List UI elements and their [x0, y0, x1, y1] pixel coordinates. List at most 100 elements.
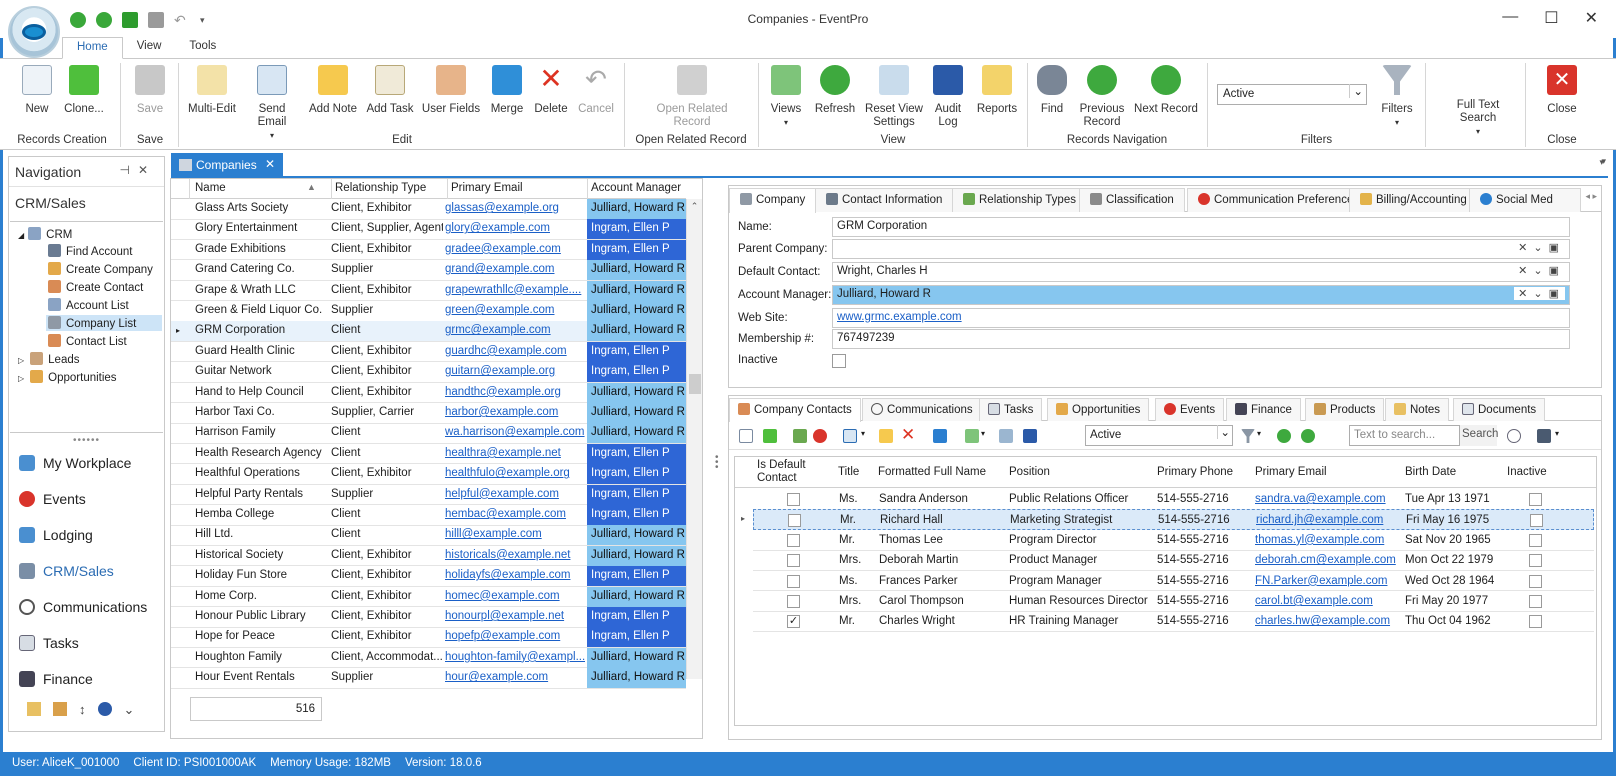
email-cell[interactable]: glory@example.com [445, 222, 585, 237]
tab-communication-preferences[interactable]: Communication Preferences [1187, 188, 1371, 212]
default-contact-checkbox[interactable]: ✓ [787, 615, 800, 629]
table-row[interactable]: Honour Public Library Client, Exhibitor ho… [171, 607, 686, 628]
default-contact-field[interactable]: Wright, Charles H ✕⌄▣ [832, 262, 1570, 282]
chevron-down-icon[interactable]: ▾ [861, 429, 865, 438]
website-field[interactable]: www.grmc.example.com [832, 308, 1570, 328]
table-row[interactable]: Holiday Fun Store Client, Exhibitor holida… [171, 566, 686, 587]
email-cell[interactable]: guardhc@example.com [445, 345, 585, 360]
status-filter-select[interactable]: Active [1217, 84, 1367, 105]
nav-finance[interactable]: Finance [19, 671, 93, 687]
table-row[interactable]: ✓ Mr. Charles Wright HR Training Manager 514… [753, 611, 1594, 633]
tab-tools[interactable]: Tools [175, 37, 230, 59]
email-cell[interactable]: sandra.va@example.com [1255, 493, 1386, 505]
tab-view[interactable]: View [123, 37, 176, 59]
tab-list-icon[interactable]: ▾ [1599, 157, 1604, 168]
new-icon[interactable] [739, 429, 753, 443]
default-contact-checkbox[interactable] [787, 574, 800, 588]
tab-billing-accounting[interactable]: Billing/Accounting [1349, 188, 1478, 212]
save-up-icon[interactable] [70, 12, 86, 28]
clone-icon[interactable] [763, 429, 777, 443]
audit-icon[interactable] [1023, 429, 1037, 443]
refresh-button[interactable]: Refresh [813, 65, 857, 116]
close-window-icon[interactable]: ✕ [1585, 8, 1598, 28]
sort-arrows-icon[interactable]: ↕ [79, 702, 86, 718]
table-row[interactable]: Health Research Agency Client healthra@exa… [171, 443, 686, 465]
inactive-checkbox[interactable] [832, 354, 846, 368]
table-row[interactable]: ▸ GRM Corporation Client grmc@example.com Ju… [171, 321, 686, 342]
table-row[interactable]: Hand to Help Council Client, Exhibitor han… [171, 382, 686, 404]
email-cell[interactable]: historicals@example.net [445, 549, 585, 564]
name-field[interactable]: GRM Corporation [832, 217, 1570, 237]
grid-view-icon[interactable] [933, 429, 947, 443]
clone-button[interactable]: Clone... [62, 65, 106, 116]
globe-icon[interactable] [97, 702, 112, 716]
column-inactive[interactable]: Inactive [1507, 466, 1547, 479]
email-cell[interactable]: hopefp@example.com [445, 630, 585, 645]
tab-scroll-arrows[interactable]: ◂ ▸ [1585, 191, 1597, 202]
chevron-down-icon[interactable]: ▾ [1555, 429, 1559, 438]
column-position[interactable]: Position [1009, 466, 1050, 479]
tree-node-find-account[interactable]: Find Account [48, 244, 132, 258]
remove-icon[interactable] [813, 429, 827, 443]
refresh-icon[interactable] [122, 12, 138, 28]
email-cell[interactable]: glassas@example.org [445, 202, 585, 217]
previous-record-button[interactable]: Previous Record [1078, 65, 1126, 129]
tree-node-leads[interactable]: ▷ Leads [18, 352, 80, 366]
email-cell[interactable]: thomas.yl@example.com [1255, 534, 1384, 546]
column-primary-email[interactable]: Primary Email [451, 182, 523, 194]
tab-relationship-types[interactable]: Relationship Types [952, 188, 1087, 212]
email-cell[interactable]: honourpl@example.net [445, 610, 585, 625]
tab-classification[interactable]: Classification [1079, 188, 1185, 212]
note-icon[interactable] [879, 429, 893, 443]
undo-icon[interactable]: ↶ [174, 12, 190, 28]
reports-button[interactable]: Reports [975, 65, 1019, 116]
email-cell[interactable]: hembac@example.com [445, 508, 585, 523]
column-birth-date[interactable]: Birth Date [1405, 466, 1456, 479]
resources-icon[interactable] [53, 702, 67, 716]
column-title[interactable]: Title [838, 466, 859, 479]
column-relationship-type[interactable]: Relationship Type [335, 182, 426, 194]
tab-contact-information[interactable]: Contact Information [815, 188, 954, 212]
table-row[interactable]: Mrs. Deborah Martin Product Manager 514-555… [753, 550, 1594, 571]
chevron-down-icon[interactable]: ▾ [981, 429, 985, 438]
tab-home[interactable]: Home [62, 37, 123, 59]
table-row[interactable]: Healthful Operations Client, Exhibitor hea… [171, 464, 686, 485]
nav-tasks[interactable]: Tasks [19, 635, 79, 651]
save-icon[interactable] [148, 12, 164, 28]
inactive-checkbox[interactable] [1529, 493, 1542, 506]
send-email-button[interactable]: Send Email ▾ [244, 65, 300, 142]
tab-products[interactable]: Products [1305, 398, 1385, 421]
table-row[interactable]: Grade Exhibitions Client, Exhibitor gradee… [171, 239, 686, 261]
tab-notes[interactable]: Notes [1385, 398, 1450, 421]
table-row[interactable]: Glass Arts Society Client, Exhibitor glass… [171, 199, 686, 220]
email-cell[interactable]: holidayfs@example.com [445, 569, 585, 584]
contacts-filter-select[interactable]: Active [1085, 425, 1233, 446]
default-contact-checkbox[interactable] [787, 493, 800, 506]
notes-icon[interactable] [27, 702, 41, 716]
table-row[interactable]: Harrison Family Client wa.harrison@example… [171, 423, 686, 444]
splitter-grip[interactable]: • • • [715, 453, 719, 473]
tab-opportunities[interactable]: Opportunities [1047, 398, 1150, 421]
email-cell[interactable]: deborah.cm@example.com [1255, 554, 1396, 566]
nav-crm-sales[interactable]: CRM/Sales [19, 563, 114, 579]
search-zoom-icon[interactable] [1507, 429, 1521, 443]
tree-node-create-contact[interactable]: Create Contact [48, 280, 143, 294]
pin-close-icons[interactable]: ⊣✕ [119, 163, 156, 177]
splitter-grip[interactable]: •••••• [73, 435, 100, 446]
account-manager-field[interactable]: Julliard, Howard R ✕⌄▣ [832, 285, 1570, 305]
close-button[interactable]: ✕ Close [1540, 65, 1584, 116]
nav-communications[interactable]: Communications [19, 599, 147, 615]
table-row[interactable]: Hill Ltd. Client hilll@example.com Julliard… [171, 525, 686, 546]
export-icon[interactable] [999, 429, 1013, 443]
delete-x-icon[interactable]: ✕ [901, 425, 915, 445]
open-related-record-button[interactable]: Open Related Record [650, 65, 734, 129]
nav-my-workplace[interactable]: My Workplace [19, 455, 131, 471]
inactive-checkbox[interactable] [1529, 533, 1542, 547]
table-row[interactable]: Guard Health Clinic Client, Exhibitor guar… [171, 341, 686, 363]
email-cell[interactable]: homec@example.com [445, 590, 585, 605]
table-row[interactable]: Hope for Peace Client, Exhibitor hopefp@ex… [171, 627, 686, 648]
email-cell[interactable]: grmc@example.com [445, 324, 585, 339]
tab-company-contacts[interactable]: Company Contacts [729, 398, 861, 422]
next-record-button[interactable]: Next Record [1134, 65, 1198, 116]
tab-companies[interactable]: Companies ✕ [171, 153, 283, 177]
